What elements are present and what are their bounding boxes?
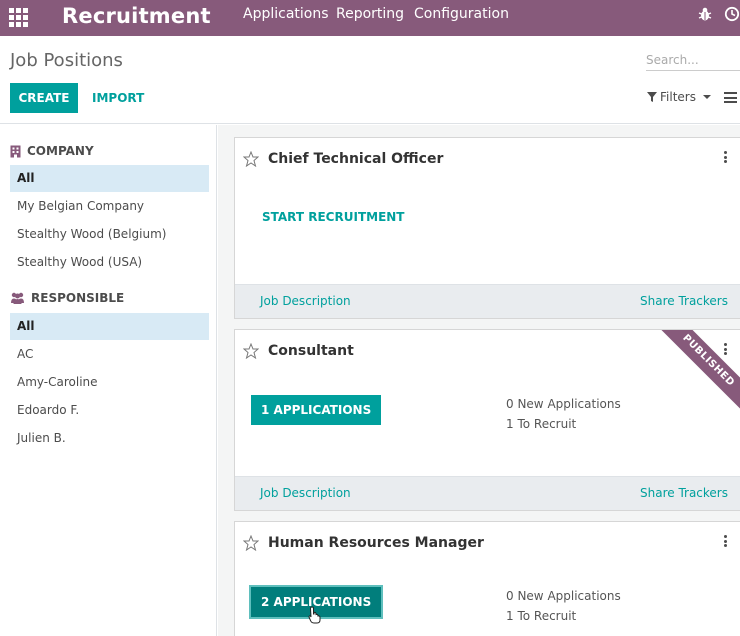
card-footer: Job Description Share Trackers	[235, 476, 740, 510]
list-view-icon[interactable]	[724, 92, 737, 103]
job-card-chief-technical-officer[interactable]: Chief Technical Officer START RECRUITMEN…	[234, 137, 740, 319]
favorite-star-icon[interactable]	[243, 151, 259, 167]
job-card-consultant[interactable]: Consultant PUBLISHED 1 APPLICATIONS 0 Ne…	[234, 329, 740, 511]
company-heading: COMPANY	[10, 144, 94, 158]
company-filter-item[interactable]: My Belgian Company	[10, 193, 209, 220]
card-menu-icon[interactable]	[724, 343, 728, 355]
share-trackers-link[interactable]: Share Trackers	[640, 294, 728, 308]
search-panel-sidebar: COMPANY All My Belgian Company Stealthy …	[0, 125, 217, 636]
job-title[interactable]: Consultant	[268, 342, 354, 360]
bug-icon[interactable]	[697, 6, 713, 22]
filter-funnel-icon	[647, 92, 657, 102]
responsible-heading-label: RESPONSIBLE	[31, 291, 125, 305]
building-icon	[10, 145, 21, 157]
menu-reporting[interactable]: Reporting	[336, 5, 404, 23]
favorite-star-icon[interactable]	[243, 343, 259, 359]
kanban-view: Chief Technical Officer START RECRUITMEN…	[218, 125, 740, 636]
hand-pointer-cursor-icon	[308, 606, 321, 624]
search-input[interactable]	[646, 49, 740, 71]
app-name[interactable]: Recruitment	[62, 2, 211, 30]
job-description-link[interactable]: Job Description	[260, 486, 351, 500]
company-filter-item[interactable]: Stealthy Wood (USA)	[10, 249, 209, 276]
responsible-heading: RESPONSIBLE	[10, 291, 124, 305]
job-description-link[interactable]: Job Description	[260, 294, 351, 308]
import-button[interactable]: IMPORT	[88, 83, 148, 113]
responsible-filter-item[interactable]: Amy-Caroline	[10, 369, 209, 396]
start-recruitment-link[interactable]: START RECRUITMENT	[262, 210, 405, 224]
activity-clock-icon[interactable]	[724, 6, 740, 22]
users-icon	[11, 292, 24, 304]
filters-label: Filters	[660, 90, 696, 104]
new-applications-count[interactable]: 0 New Applications	[506, 586, 621, 606]
new-applications-count[interactable]: 0 New Applications	[506, 394, 621, 414]
job-title[interactable]: Chief Technical Officer	[268, 150, 443, 168]
responsible-filter-item[interactable]: AC	[10, 341, 209, 368]
company-filter-all[interactable]: All	[10, 165, 209, 192]
menu-configuration[interactable]: Configuration	[414, 5, 509, 23]
card-menu-icon[interactable]	[724, 151, 728, 163]
card-menu-icon[interactable]	[724, 535, 728, 547]
control-panel: Job Positions CREATE IMPORT Filters	[0, 36, 740, 124]
responsible-filter-item[interactable]: Julien B.	[10, 425, 209, 452]
menu-applications[interactable]: Applications	[243, 5, 329, 23]
top-navbar: Recruitment Applications Reporting Confi…	[0, 0, 740, 36]
to-recruit-count: 1 To Recruit	[506, 417, 577, 431]
card-footer: Job Description Share Trackers	[235, 284, 740, 318]
caret-down-icon	[702, 95, 711, 99]
page-title: Job Positions	[10, 50, 123, 71]
create-button[interactable]: CREATE	[10, 83, 78, 113]
responsible-filter-all[interactable]: All	[10, 313, 209, 340]
job-title[interactable]: Human Resources Manager	[268, 534, 484, 552]
apps-menu-icon[interactable]	[9, 8, 28, 27]
to-recruit-count: 1 To Recruit	[506, 609, 577, 623]
applications-button[interactable]: 1 APPLICATIONS	[251, 395, 382, 425]
company-filter-item[interactable]: Stealthy Wood (Belgium)	[10, 221, 209, 248]
responsible-filter-item[interactable]: Edoardo F.	[10, 397, 209, 424]
filters-dropdown[interactable]: Filters	[647, 90, 711, 104]
favorite-star-icon[interactable]	[243, 535, 259, 551]
share-trackers-link[interactable]: Share Trackers	[640, 486, 728, 500]
company-heading-label: COMPANY	[27, 144, 94, 158]
